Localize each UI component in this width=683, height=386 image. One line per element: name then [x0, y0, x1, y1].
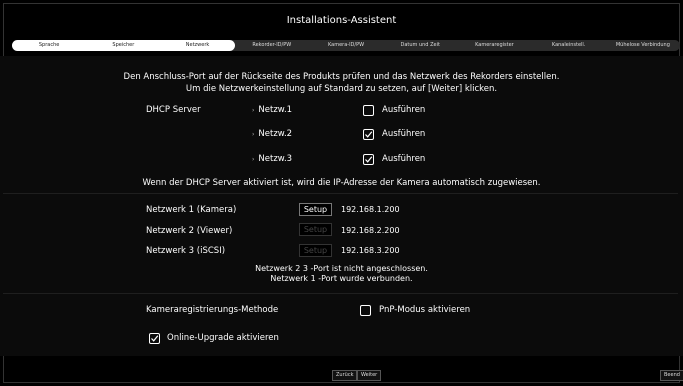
intro-line-2: Um die Netzwerkeinstellung auf Standard …: [185, 84, 498, 94]
finish-button[interactable]: Beend: [660, 370, 683, 381]
divider: [3, 193, 678, 194]
wizard-footer: Zurück Weiter Beend: [3, 370, 683, 382]
dhcp-row-label: Netzw.2: [258, 129, 293, 139]
network-1-ip: 192.168.1.200: [341, 205, 400, 214]
step-kameraregister: Kameraregister: [475, 42, 514, 48]
dhcp-row-netzw2: › Netzw.2: [252, 129, 292, 139]
network-2-label: Netzwerk 2 (Viewer): [146, 226, 233, 236]
dhcp-row-netzw1: › Netzw.1: [252, 105, 292, 115]
online-upgrade-label: Online-Upgrade aktivieren: [167, 333, 279, 343]
checkmark-icon: [365, 156, 373, 163]
network-3-setup-button: Setup: [299, 244, 332, 257]
step-kanaleinstell: Kanaleinstell.: [551, 42, 586, 48]
checkmark-icon: [151, 335, 159, 342]
network-2-ip: 192.168.2.200: [341, 226, 400, 235]
dhcp-netzw1-checkbox[interactable]: [363, 105, 374, 116]
pnp-mode-checkbox[interactable]: [360, 305, 371, 316]
divider: [3, 293, 678, 294]
dhcp-row-label: Netzw.3: [258, 154, 293, 164]
step-muehelose-verbindung: Mühelose Verbindung: [615, 42, 670, 48]
port-note-1: Netzwerk 2 3 -Port ist nicht angeschloss…: [255, 264, 428, 273]
dhcp-netzw3-option: Ausführen: [382, 154, 426, 164]
step-netzwerk: Netzwerk: [160, 40, 235, 51]
dhcp-label: DHCP Server: [146, 105, 201, 115]
camreg-label: Kameraregistrierungs-Methode: [146, 305, 279, 315]
dhcp-netzw2-option: Ausführen: [382, 129, 426, 139]
dhcp-netzw3-checkbox[interactable]: [363, 154, 374, 165]
chevron-right-icon: ›: [252, 131, 255, 138]
content-area: Den Anschluss-Port auf der Rückseite des…: [0, 56, 683, 356]
step-datum-zeit: Datum und Zeit: [400, 42, 440, 48]
port-note-2: Netzwerk 1 -Port wurde verbunden.: [270, 274, 413, 283]
network-3-ip: 192.168.3.200: [341, 246, 400, 255]
network-1-setup-button[interactable]: Setup: [299, 203, 332, 216]
pnp-mode-label: PnP-Modus aktivieren: [379, 305, 471, 315]
step-sprache: Sprache: [12, 40, 87, 51]
network-3-label: Netzwerk 3 (iSCSI): [146, 246, 226, 256]
network-2-setup-button: Setup: [299, 223, 332, 236]
back-button[interactable]: Zurück: [332, 370, 358, 381]
step-kamera-id: Kamera-ID/PW: [327, 42, 365, 48]
chevron-right-icon: ›: [252, 156, 255, 163]
next-button[interactable]: Weiter: [357, 370, 382, 381]
dhcp-note: Wenn der DHCP Server aktiviert ist, wird…: [142, 178, 541, 188]
intro-line-1: Den Anschluss-Port auf der Rückseite des…: [123, 72, 560, 82]
chevron-right-icon: ›: [252, 107, 255, 114]
dhcp-netzw1-option: Ausführen: [382, 105, 426, 115]
step-progress-bar: Sprache Speicher Netzwerk Rekorder-ID/PW…: [12, 40, 680, 51]
wizard-title: Installations-Assistent: [286, 15, 397, 26]
dhcp-netzw2-checkbox[interactable]: [363, 129, 374, 140]
dhcp-row-label: Netzw.1: [258, 105, 293, 115]
online-upgrade-checkbox[interactable]: [149, 333, 160, 344]
step-rekorder-id: Rekorder-ID/PW: [252, 42, 292, 48]
dhcp-row-netzw3: › Netzw.3: [252, 154, 292, 164]
checkmark-icon: [365, 131, 373, 138]
network-1-label: Netzwerk 1 (Kamera): [146, 205, 237, 215]
step-speicher: Speicher: [86, 40, 161, 51]
